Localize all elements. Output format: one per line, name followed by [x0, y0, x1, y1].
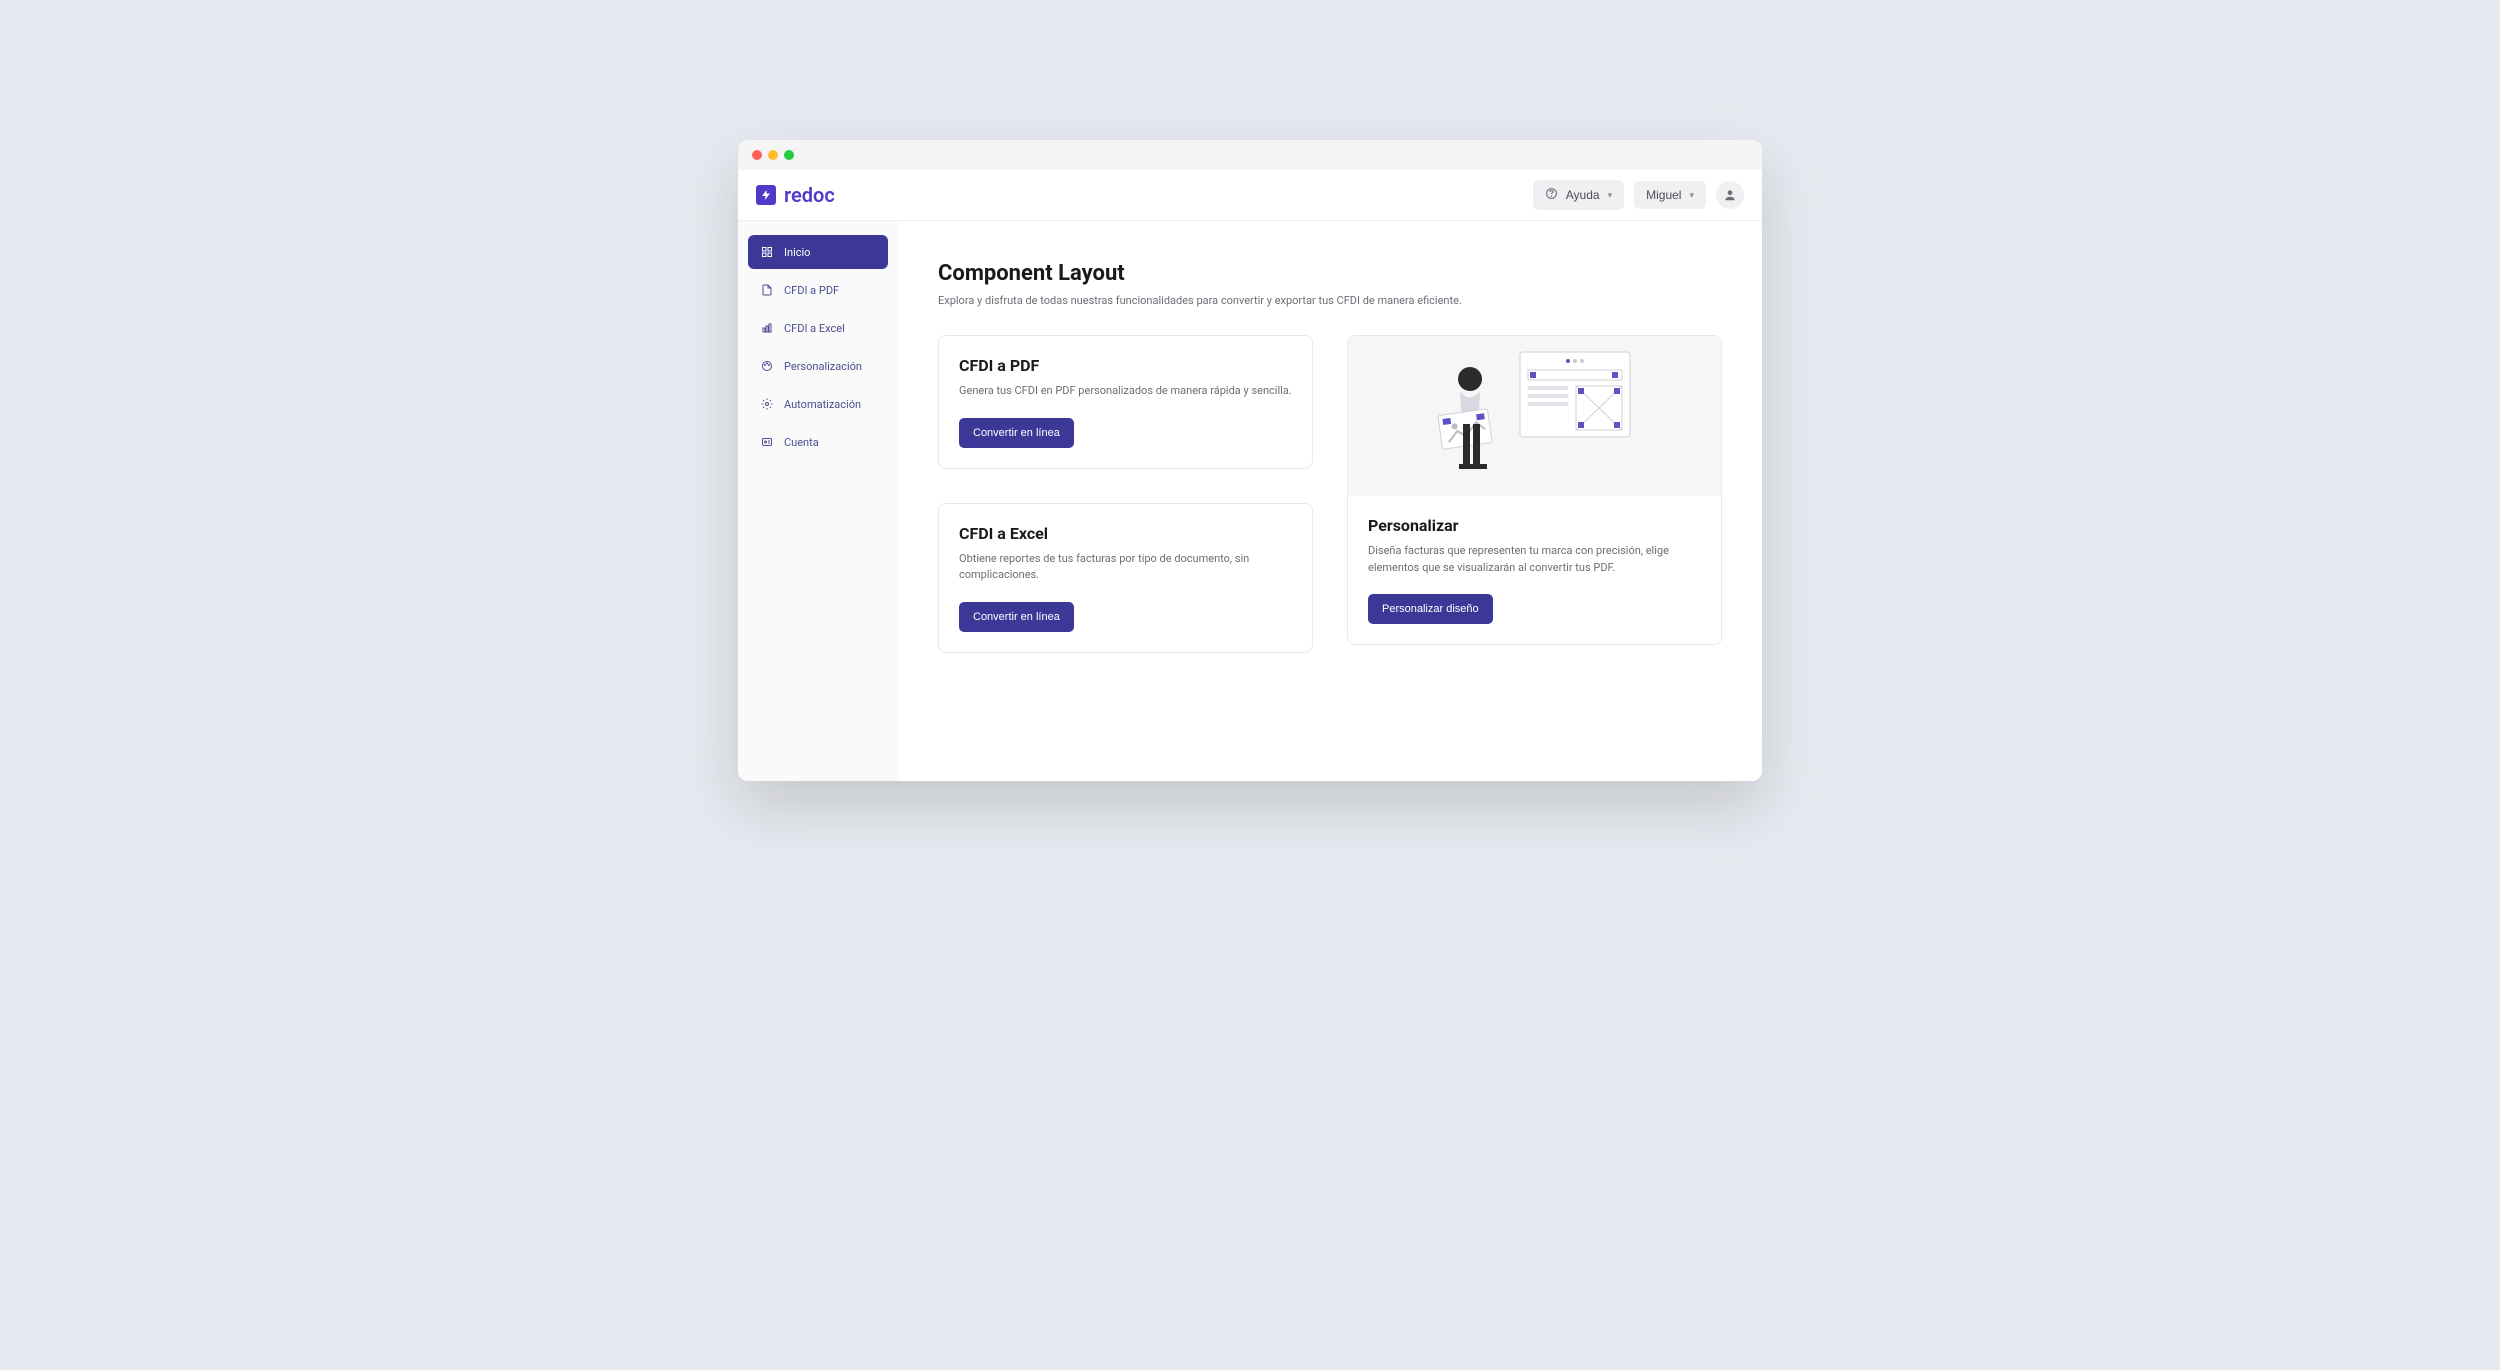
cards-grid: CFDI a PDF Genera tus CFDI en PDF person… [938, 335, 1722, 653]
sidebar-item-label: Cuenta [784, 436, 819, 449]
personalize-illustration [1348, 336, 1721, 496]
col-right: Personalizar Diseña facturas que represe… [1347, 335, 1722, 645]
top-actions: Ayuda ▾ Miguel ▾ [1533, 180, 1744, 210]
convert-excel-button[interactable]: Convertir en línea [959, 602, 1074, 632]
user-name: Miguel [1646, 188, 1681, 202]
sidebar-item-label: CFDI a PDF [784, 284, 839, 297]
sidebar: Inicio CFDI a PDF CFDI a Excel Personali… [738, 221, 898, 781]
sidebar-item-cuenta[interactable]: Cuenta [748, 425, 888, 459]
card-title: Personalizar [1368, 516, 1701, 535]
gear-icon [760, 397, 774, 411]
brand[interactable]: redoc [756, 183, 835, 207]
sidebar-item-label: Personalización [784, 360, 862, 373]
card-title: CFDI a Excel [959, 524, 1292, 543]
window-chrome [738, 140, 1762, 170]
sidebar-item-inicio[interactable]: Inicio [748, 235, 888, 269]
excel-icon [760, 321, 774, 335]
top-bar: redoc Ayuda ▾ Miguel ▾ [738, 170, 1762, 221]
sidebar-item-personalizacion[interactable]: Personalización [748, 349, 888, 383]
sidebar-item-cfdi-excel[interactable]: CFDI a Excel [748, 311, 888, 345]
brand-icon [756, 185, 776, 205]
user-dropdown[interactable]: Miguel ▾ [1634, 181, 1706, 209]
minimize-icon[interactable] [768, 150, 778, 160]
chevron-down-icon: ▾ [1689, 190, 1694, 201]
help-dropdown[interactable]: Ayuda ▾ [1533, 180, 1624, 210]
brand-name: redoc [784, 183, 835, 207]
account-icon [760, 435, 774, 449]
sidebar-item-cfdi-pdf[interactable]: CFDI a PDF [748, 273, 888, 307]
card-cfdi-pdf: CFDI a PDF Genera tus CFDI en PDF person… [938, 335, 1313, 469]
page-title: Component Layout [938, 261, 1722, 286]
card-desc: Genera tus CFDI en PDF personalizados de… [959, 383, 1292, 400]
card-personalize: Personalizar Diseña facturas que represe… [1347, 335, 1722, 645]
sidebar-item-label: Inicio [784, 246, 810, 259]
chevron-down-icon: ▾ [1608, 190, 1613, 201]
app-body: Inicio CFDI a PDF CFDI a Excel Personali… [738, 221, 1762, 781]
page-subtitle: Explora y disfruta de todas nuestras fun… [938, 294, 1722, 307]
sidebar-item-automatizacion[interactable]: Automatización [748, 387, 888, 421]
help-icon [1545, 187, 1558, 203]
pdf-icon [760, 283, 774, 297]
card-cfdi-excel: CFDI a Excel Obtiene reportes de tus fac… [938, 503, 1313, 653]
card-title: CFDI a PDF [959, 356, 1292, 375]
card-desc: Diseña facturas que representen tu marca… [1368, 543, 1701, 576]
sidebar-item-label: Automatización [784, 398, 861, 411]
personalize-body: Personalizar Diseña facturas que represe… [1348, 496, 1721, 644]
palette-icon [760, 359, 774, 373]
app-window: redoc Ayuda ▾ Miguel ▾ [738, 140, 1762, 781]
main-content: Component Layout Explora y disfruta de t… [898, 221, 1762, 781]
home-icon [760, 245, 774, 259]
close-icon[interactable] [752, 150, 762, 160]
personalize-button[interactable]: Personalizar diseño [1368, 594, 1493, 624]
sidebar-item-label: CFDI a Excel [784, 322, 845, 335]
avatar[interactable] [1716, 181, 1744, 209]
maximize-icon[interactable] [784, 150, 794, 160]
help-label: Ayuda [1566, 188, 1600, 202]
card-desc: Obtiene reportes de tus facturas por tip… [959, 551, 1292, 584]
col-left: CFDI a PDF Genera tus CFDI en PDF person… [938, 335, 1313, 653]
convert-pdf-button[interactable]: Convertir en línea [959, 418, 1074, 448]
